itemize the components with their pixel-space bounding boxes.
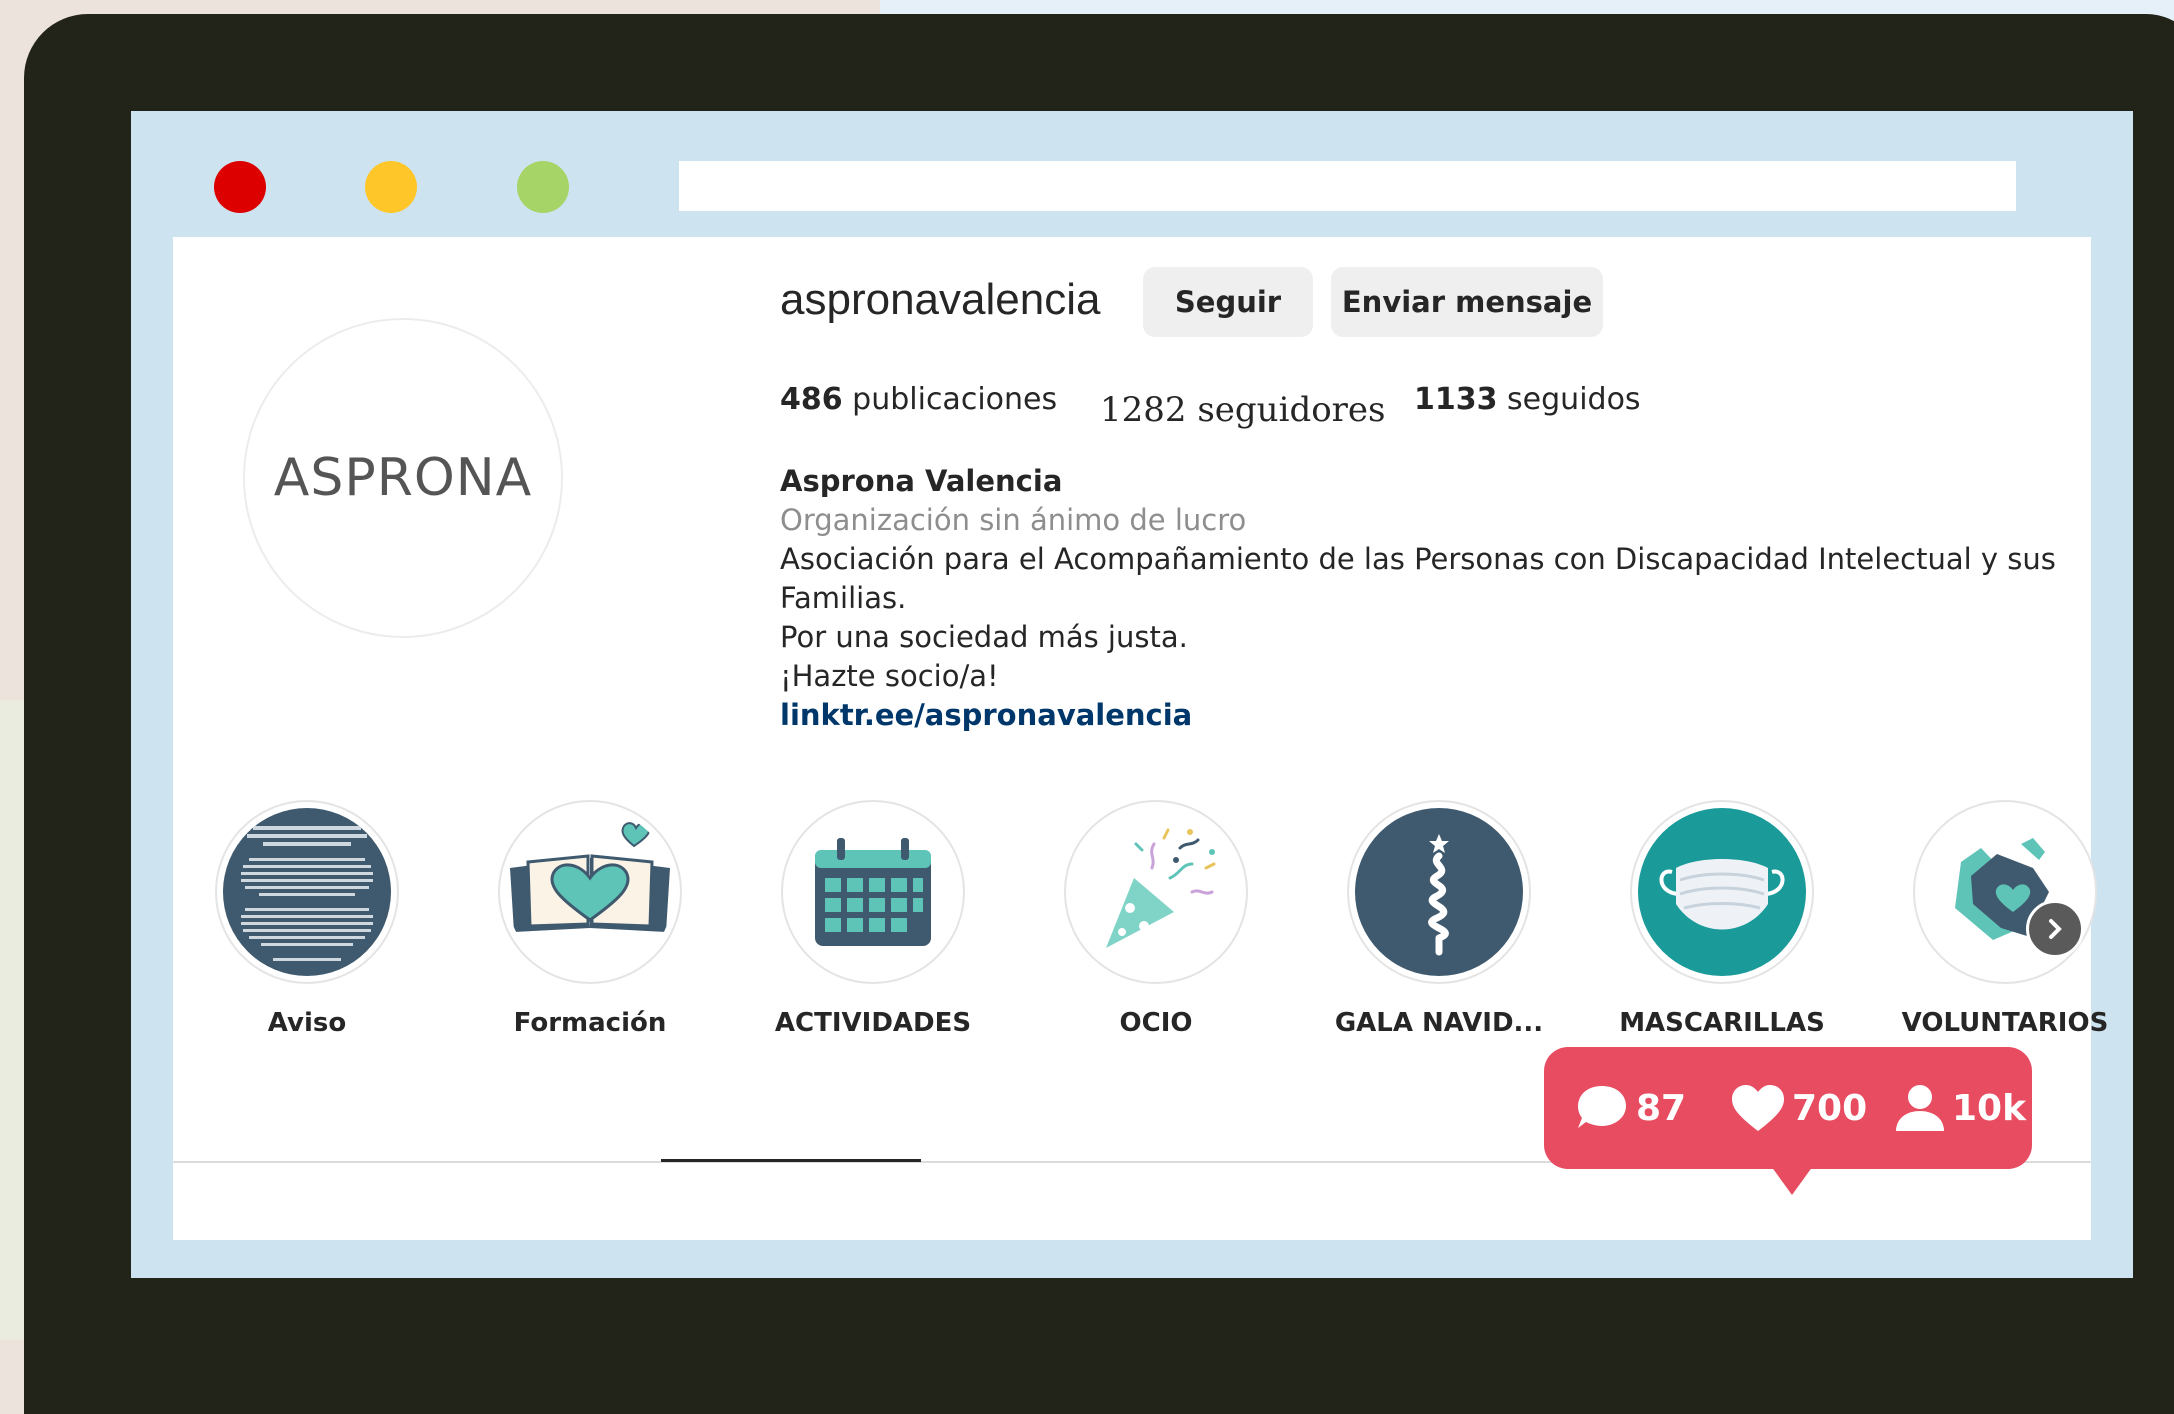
engagement-notification: 87 700 10k [1544, 1047, 2032, 1169]
highlight-ring [1347, 800, 1531, 984]
user-icon [1896, 1085, 1944, 1131]
followers-stat: 10k [1894, 1083, 2026, 1133]
highlight-ring [781, 800, 965, 984]
address-bar[interactable] [679, 161, 2016, 211]
highlight-ring [1630, 800, 1814, 984]
highlight-ocio[interactable]: OCIO [1036, 800, 1276, 1038]
book-heart-icon [506, 808, 674, 976]
text-notice-icon [223, 808, 391, 976]
bio-link[interactable]: linktr.ee/aspronavalencia [780, 696, 2091, 735]
highlights-next-button[interactable] [2026, 900, 2084, 958]
highlight-mascarillas[interactable]: MASCARILLAS [1602, 800, 1842, 1038]
highlight-label: OCIO [1119, 1008, 1193, 1038]
bio-line-2: Por una sociedad más justa. [780, 620, 1188, 654]
following-number: 1133 [1414, 382, 1498, 417]
active-tab-indicator[interactable] [661, 1159, 921, 1162]
comments-stat: 87 [1574, 1082, 1686, 1134]
party-popper-icon [1072, 808, 1240, 976]
chevron-right-icon [2049, 919, 2062, 939]
send-message-button[interactable]: Enviar mensaje [1331, 267, 1603, 337]
highlight-aviso[interactable]: Aviso [187, 800, 427, 1038]
window-minimize-button[interactable] [365, 161, 417, 213]
following-count[interactable]: 1133 seguidos [1414, 382, 1641, 417]
bio-category: Organización sin ánimo de lucro [780, 503, 1247, 537]
followers-gain-count: 10k [1952, 1087, 2027, 1129]
highlight-label: GALA NAVID... [1334, 1008, 1544, 1038]
profile-username: aspronavalencia [780, 275, 1101, 324]
highlight-label: VOLUNTARIOS [1901, 1008, 2109, 1038]
highlight-label: Formación [513, 1008, 667, 1038]
highlight-ring [498, 800, 682, 984]
comments-count: 87 [1636, 1087, 1687, 1129]
posts-label: publicaciones [852, 382, 1058, 417]
bio-full-name: Asprona Valencia [780, 464, 1063, 498]
profile-bio: Asprona Valencia Organización sin ánimo … [780, 462, 2091, 735]
following-label: seguidos [1507, 382, 1641, 417]
highlight-ring [1064, 800, 1248, 984]
highlight-gala-navidad[interactable]: GALA NAVID... [1319, 800, 1559, 1038]
likes-count: 700 [1792, 1087, 1868, 1129]
highlight-voluntarios[interactable]: VOLUNTARIOS [1885, 800, 2125, 1038]
posts-count[interactable]: 486 publicaciones [780, 382, 1057, 417]
calendar-icon [789, 808, 957, 976]
heart-icon [1732, 1085, 1784, 1131]
face-mask-icon [1638, 808, 1806, 976]
highlight-label: ACTIVIDADES [774, 1008, 972, 1038]
comment-icon [1578, 1086, 1626, 1128]
posts-number: 486 [780, 382, 843, 417]
bio-line-1: Asociación para el Acompañamiento de las… [780, 542, 2056, 615]
bio-line-3: ¡Hazte socio/a! [780, 659, 999, 693]
laptop-frame: ASPRONA aspronavalencia Seguir Enviar me… [24, 14, 2174, 1414]
highlight-label: Aviso [267, 1008, 347, 1038]
avatar-logo-text: ASPRONA [273, 448, 533, 508]
highlight-formacion[interactable]: Formación [470, 800, 710, 1038]
likes-stat: 700 [1730, 1083, 1867, 1133]
profile-avatar[interactable]: ASPRONA [243, 318, 563, 638]
window-maximize-button[interactable] [517, 161, 569, 213]
highlight-actividades[interactable]: ACTIVIDADES [753, 800, 993, 1038]
followers-count[interactable]: 1282 seguidores [1100, 390, 1386, 430]
window-close-button[interactable] [214, 161, 266, 213]
highlight-label: MASCARILLAS [1619, 1008, 1825, 1038]
notification-tail [1766, 1159, 1818, 1195]
christmas-tree-icon [1355, 808, 1523, 976]
highlight-ring [215, 800, 399, 984]
highlight-ring [1913, 800, 2097, 984]
follow-button[interactable]: Seguir [1143, 267, 1313, 337]
